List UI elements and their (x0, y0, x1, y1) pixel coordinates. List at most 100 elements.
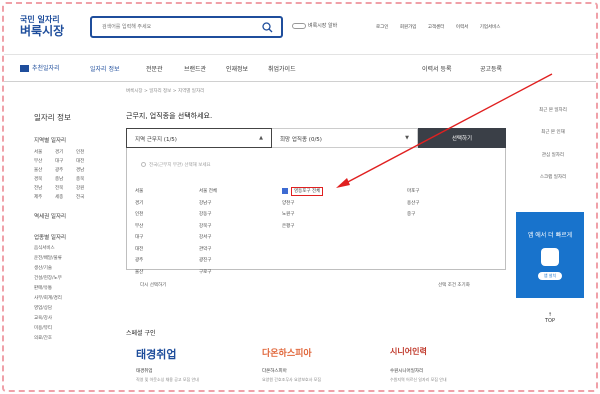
district-option[interactable]: 중구 (407, 209, 419, 221)
region-option[interactable]: 대구 (135, 232, 143, 244)
recent-talent-link[interactable]: 최근 본 인재 (522, 130, 584, 136)
region-item[interactable]: 충남 (55, 176, 76, 182)
site-logo[interactable]: 국민 일자리 벼룩시장 (20, 15, 65, 38)
region-select[interactable]: 지역 근무지 (1/5) ▲ (126, 128, 272, 148)
link-signup[interactable]: 회원가입 (400, 25, 417, 30)
district-option[interactable]: 양천구 (282, 198, 323, 210)
nationwide-label: 전국(근무지 무관) 선택해 보세요 (149, 163, 211, 168)
top-button[interactable]: ↑ TOP (540, 312, 560, 324)
region-item[interactable]: 경북 (34, 176, 55, 182)
job-item[interactable]: 의료/간호 (34, 335, 114, 341)
region-option[interactable]: 부산 (135, 221, 143, 233)
region-option[interactable]: 울산 (135, 267, 143, 279)
region-option[interactable]: 대전 (135, 244, 143, 256)
nav-post-job[interactable]: 공고등록 (480, 64, 502, 73)
region-item[interactable]: 전국 (76, 194, 97, 200)
main-nav: 추천일자리 일자리 정보 전문관 브랜드관 인재정보 취업가이드 이력서 등록 … (4, 54, 596, 82)
region-option[interactable]: 경기 (135, 198, 143, 210)
link-login[interactable]: 로그인 (376, 25, 388, 30)
district-option[interactable]: 서울 전체 (199, 186, 217, 198)
filter-bar: 지역 근무지 (1/5) ▲ 희망 업직종 (0/5) ▼ 선택하기 (126, 128, 506, 148)
job-list: 음식서비스 운전/배달/물류 생산/기술 건설/현장/노무 판매/유통 사무/회… (34, 245, 114, 341)
region-item[interactable]: 광주 (55, 167, 76, 173)
nav-resume-register[interactable]: 이력서 등록 (422, 64, 452, 73)
region-option[interactable]: 인천 (135, 209, 143, 221)
job-item[interactable]: 건설/현장/노무 (34, 275, 114, 281)
sidebar-region-title[interactable]: 지역별 일자리 (34, 136, 114, 144)
special-card[interactable]: 태경취업 태경취업 직영 및 아웃소싱 채용 공고 모집 안내 (136, 344, 246, 390)
district-option[interactable]: 구로구 (199, 267, 217, 279)
nationwide-option[interactable]: 전국(근무지 무관) 선택해 보세요 (141, 162, 211, 168)
header-chip[interactable]: 벼룩시장 알바 (292, 22, 337, 29)
job-item[interactable]: 영업/상담 (34, 305, 114, 311)
region-item[interactable]: 서울 (34, 149, 55, 155)
logo-line2: 벼룩시장 (20, 23, 65, 38)
region-item[interactable]: 전북 (55, 185, 76, 191)
job-item[interactable]: 미용/뷰티 (34, 325, 114, 331)
banner-button[interactable]: 앱 설치 (537, 272, 563, 281)
reset-filters-link[interactable]: 선택 조건 초기화 (438, 282, 470, 288)
sidebar-job-title[interactable]: 업종별 일자리 (34, 233, 114, 241)
search-input[interactable] (92, 18, 257, 36)
region-item[interactable]: 경기 (55, 149, 76, 155)
district-option[interactable]: 강서구 (199, 232, 217, 244)
job-item[interactable]: 운전/배달/물류 (34, 255, 114, 261)
nav-jobs[interactable]: 일자리 정보 (90, 64, 120, 73)
selected-district[interactable]: 영등포구 전체 (282, 186, 324, 198)
apply-button[interactable]: 선택하기 (418, 128, 506, 148)
search-icon[interactable] (262, 22, 273, 35)
region-item[interactable]: 부산 (34, 158, 55, 164)
region-item[interactable]: 세종 (55, 194, 76, 200)
district-option[interactable]: 관악구 (199, 244, 217, 256)
nav-recommend[interactable]: 추천일자리 (20, 63, 60, 72)
right-quick-links: 최근 본 일자리 최근 본 인재 관심 일자리 스크랩 일자리 (522, 108, 584, 197)
region-item[interactable]: 제주 (34, 194, 55, 200)
special-card[interactable]: 시니어인력 수원시니어일자리 수원지역 어르신 일자리 모집 안내 (390, 344, 500, 390)
special-card[interactable]: 다온하스피아 다온하스피아 요양원 간호조무사 요양보호사 모집 (262, 344, 372, 390)
region-option[interactable]: 광주 (135, 255, 143, 267)
nav-pro[interactable]: 전문관 (146, 64, 163, 73)
job-item[interactable]: 판매/유통 (34, 285, 114, 291)
region-item[interactable]: 대전 (76, 158, 97, 164)
app-banner[interactable]: 앱 에서 더 빠르게 앱 설치 (516, 212, 584, 298)
region-item[interactable]: 전남 (34, 185, 55, 191)
chip-label: 벼룩시장 알바 (308, 23, 338, 29)
region-item[interactable]: 울산 (34, 167, 55, 173)
screenshot-frame: 국민 일자리 벼룩시장 벼룩시장 알바 로그인 회원가입 고객센터 이력서 기업… (2, 2, 598, 392)
sidebar-station-link[interactable]: 역세권 일자리 (34, 212, 114, 220)
district-option[interactable]: 강동구 (199, 209, 217, 221)
nav-brand[interactable]: 브랜드관 (184, 64, 206, 73)
job-select[interactable]: 희망 업직종 (0/5) ▼ (272, 128, 418, 148)
reselect-link[interactable]: 다시 선택하기 (140, 282, 166, 288)
region-option[interactable]: 서울 (135, 186, 143, 198)
region-item[interactable]: 충북 (76, 176, 97, 182)
district-option[interactable]: 노원구 (282, 209, 323, 221)
district-option[interactable]: 마포구 (407, 186, 419, 198)
scrap-jobs-link[interactable]: 스크랩 일자리 (522, 175, 584, 181)
nav-guide[interactable]: 취업가이드 (268, 64, 296, 73)
region-item[interactable]: 대구 (55, 158, 76, 164)
district-option[interactable]: 강남구 (199, 198, 217, 210)
chevron-up-icon: ▲ (259, 135, 263, 141)
job-item[interactable]: 교육/강사 (34, 315, 114, 321)
nav-recommend-label: 추천일자리 (32, 65, 60, 72)
region-grid: 서울 경기 인천 부산 대구 대전 울산 광주 경남 경북 충남 충북 전남 전… (34, 149, 114, 200)
nav-talent[interactable]: 인재정보 (226, 64, 248, 73)
recent-jobs-link[interactable]: 최근 본 일자리 (522, 108, 584, 114)
job-item[interactable]: 생산/기술 (34, 265, 114, 271)
district-option[interactable]: 광진구 (199, 255, 217, 267)
link-cs[interactable]: 고객센터 (428, 25, 445, 30)
district-option[interactable]: 강북구 (199, 221, 217, 233)
district-option[interactable]: 용산구 (407, 198, 419, 210)
radio-icon (141, 162, 146, 167)
job-item[interactable]: 음식서비스 (34, 245, 114, 251)
region-item[interactable]: 인천 (76, 149, 97, 155)
link-resume[interactable]: 이력서 (456, 25, 468, 30)
job-item[interactable]: 사무/회계/경리 (34, 295, 114, 301)
region-item[interactable]: 경남 (76, 167, 97, 173)
region-item[interactable]: 강원 (76, 185, 97, 191)
search-box (90, 16, 283, 38)
link-biz[interactable]: 기업서비스 (480, 25, 501, 30)
interest-jobs-link[interactable]: 관심 일자리 (522, 153, 584, 159)
district-option[interactable]: 은평구 (282, 221, 323, 233)
